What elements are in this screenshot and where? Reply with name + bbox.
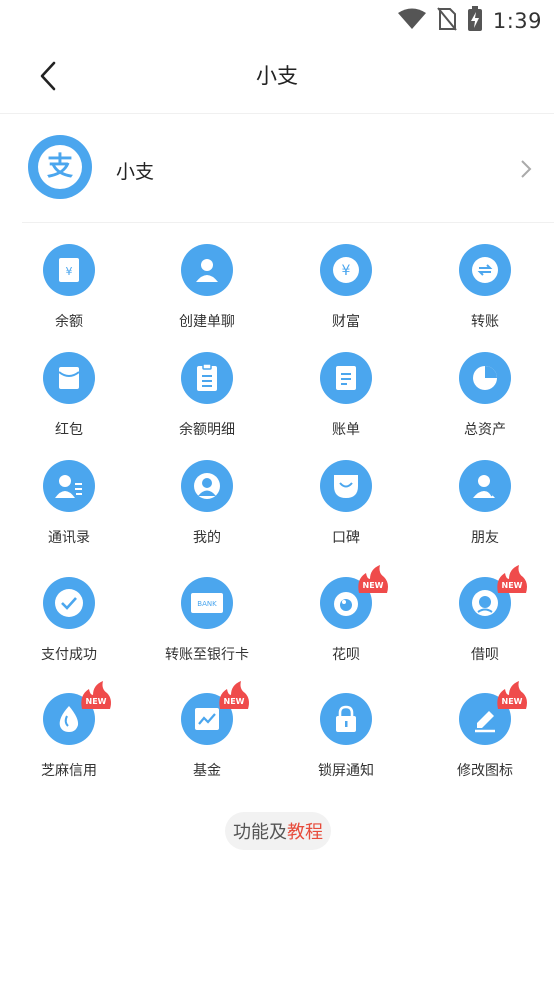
friends-icon	[459, 460, 511, 512]
new-badge-text: NEW	[224, 697, 245, 706]
yuan-coin-icon: ¥	[320, 244, 372, 296]
divider	[22, 222, 554, 223]
grid-item-label: 通讯录	[48, 530, 90, 546]
new-badge-text: NEW	[363, 581, 384, 590]
contacts-icon	[43, 460, 95, 512]
profile-row[interactable]: 支 小支	[0, 115, 554, 223]
grid-item-label: 转账至银行卡	[165, 647, 249, 663]
grid-item-pay-success[interactable]: 支付成功	[0, 577, 138, 664]
grid-item-friends[interactable]: 朋友	[416, 460, 554, 547]
grid-item-label: 总资产	[464, 422, 506, 438]
red-envelope-icon	[43, 352, 95, 404]
new-badge: NEW	[358, 565, 388, 593]
grid-item-contacts[interactable]: 通讯录	[0, 460, 138, 547]
status-icons: 1:39	[397, 6, 542, 36]
clipboard-icon	[181, 352, 233, 404]
new-badge-text: NEW	[86, 697, 107, 706]
grid-row: ¥ 余额 创建单聊 ¥ 财富 转账	[0, 244, 554, 344]
grid-item-lockscreen-notice[interactable]: 锁屏通知	[277, 693, 415, 780]
grid-item-jiebei[interactable]: NEW 借呗	[416, 565, 554, 664]
new-badge-text: NEW	[502, 697, 523, 706]
grid-item-label: 余额明细	[179, 422, 235, 438]
alipay-logo-icon: 支	[38, 145, 82, 189]
grid-item-label: 修改图标	[457, 763, 513, 779]
grid-item-transfer[interactable]: 转账	[416, 244, 554, 331]
grid-item-transfer-to-bank[interactable]: BANK 转账至银行卡	[138, 577, 276, 664]
status-bar: 1:39	[0, 0, 554, 38]
grid-item-wealth[interactable]: ¥ 财富	[277, 244, 415, 331]
bank-card-icon: BANK	[181, 577, 233, 629]
grid-item-label: 基金	[193, 763, 221, 779]
grid-item-label: 账单	[332, 422, 360, 438]
grid-row: 红包 余额明细 账单 总资产	[0, 352, 554, 452]
grid-item-sesame-credit[interactable]: NEW 芝麻信用	[0, 681, 138, 780]
grid-item-label: 转账	[471, 314, 499, 330]
grid-item-mine[interactable]: 我的	[138, 460, 276, 547]
tutorial-label-b: 教程	[287, 822, 323, 843]
grid-item-label: 支付成功	[41, 647, 97, 663]
grid-item-balance-detail[interactable]: 余额明细	[138, 352, 276, 439]
grid-item-label: 朋友	[471, 530, 499, 546]
grid-item-red-envelope[interactable]: 红包	[0, 352, 138, 439]
grid-item-koubei[interactable]: 口碑	[277, 460, 415, 547]
grid-item-balance[interactable]: ¥ 余额	[0, 244, 138, 331]
svg-text:¥: ¥	[342, 263, 351, 279]
nav-bar: 小支	[0, 38, 554, 114]
edit-pencil-icon: NEW	[459, 681, 527, 745]
fund-chart-icon: NEW	[181, 681, 249, 745]
profile-icon	[181, 460, 233, 512]
new-badge: NEW	[219, 681, 249, 709]
grid-item-change-icon[interactable]: NEW 修改图标	[416, 681, 554, 780]
grid-item-total-assets[interactable]: 总资产	[416, 352, 554, 439]
wifi-icon	[397, 8, 427, 34]
bill-icon	[320, 352, 372, 404]
grid-item-label: 财富	[332, 314, 360, 330]
avatar-glyph: 支	[46, 152, 73, 182]
new-badge: NEW	[497, 565, 527, 593]
new-badge: NEW	[81, 681, 111, 709]
grid-item-label: 芝麻信用	[41, 763, 97, 779]
pie-chart-icon	[459, 352, 511, 404]
grid-row: NEW 芝麻信用 NEW 基金 锁屏通知 NEW 修改图标	[0, 681, 554, 793]
grid-item-label: 红包	[55, 422, 83, 438]
sesame-credit-icon: NEW	[43, 681, 111, 745]
new-badge-text: NEW	[502, 581, 523, 590]
huabei-icon: NEW	[320, 565, 388, 629]
grid-item-label: 花呗	[332, 647, 360, 663]
bank-card-text: BANK	[197, 600, 217, 608]
balance-icon: ¥	[43, 244, 95, 296]
tutorial-label-a: 功能及	[233, 822, 287, 843]
check-circle-icon	[43, 577, 95, 629]
user-icon	[181, 244, 233, 296]
new-badge: NEW	[497, 681, 527, 709]
grid-item-fund[interactable]: NEW 基金	[138, 681, 276, 780]
page-title: 小支	[256, 64, 298, 88]
svg-text:¥: ¥	[66, 265, 73, 278]
grid-row: 通讯录 我的 口碑 朋友	[0, 460, 554, 560]
koubei-icon	[320, 460, 372, 512]
grid-item-label: 口碑	[332, 530, 360, 546]
grid-row: 支付成功 BANK 转账至银行卡 NEW 花呗 NEW 借呗	[0, 565, 554, 677]
grid-item-label: 锁屏通知	[318, 763, 374, 779]
transfer-icon	[459, 244, 511, 296]
grid-item-create-chat[interactable]: 创建单聊	[138, 244, 276, 331]
grid-item-label: 创建单聊	[179, 314, 235, 330]
grid-item-label: 借呗	[471, 647, 499, 663]
no-sim-icon	[437, 7, 457, 35]
grid-item-bill[interactable]: 账单	[277, 352, 415, 439]
tutorial-button[interactable]: 功能及 教程	[225, 812, 331, 850]
status-time: 1:39	[492, 9, 542, 33]
grid-item-huabei[interactable]: NEW 花呗	[277, 565, 415, 664]
avatar: 支	[28, 135, 92, 199]
battery-charging-icon	[467, 6, 483, 36]
chevron-right-icon	[520, 159, 532, 183]
jiebei-icon: NEW	[459, 565, 527, 629]
profile-name: 小支	[116, 161, 155, 183]
grid-item-label: 余额	[55, 314, 83, 330]
grid-item-label: 我的	[193, 530, 221, 546]
lock-icon	[320, 693, 372, 745]
